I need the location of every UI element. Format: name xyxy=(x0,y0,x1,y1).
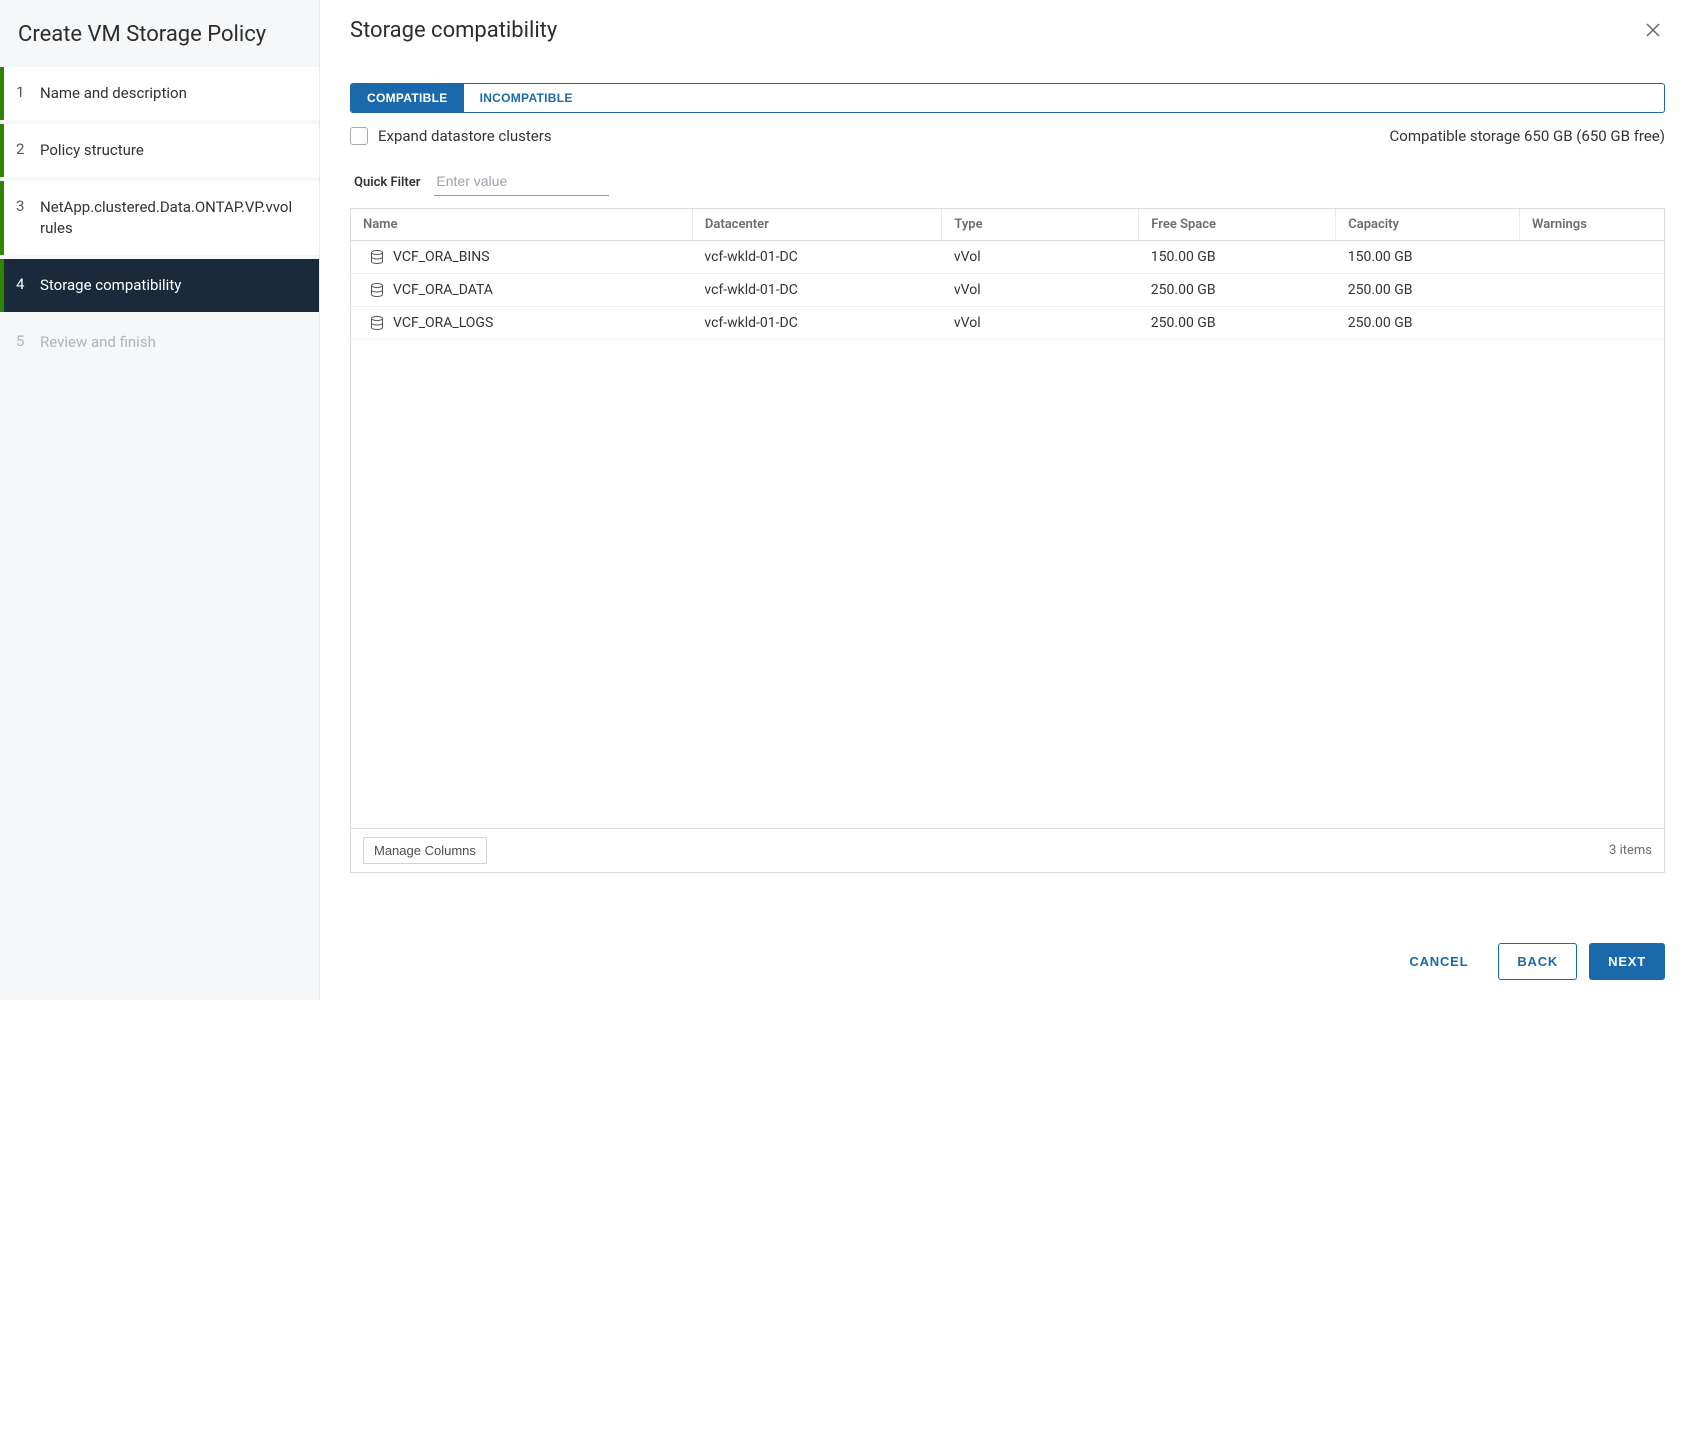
expand-row: Expand datastore clusters Compatible sto… xyxy=(350,127,1665,145)
sidebar-title: Create VM Storage Policy xyxy=(0,0,319,67)
wizard-step-policy-structure[interactable]: 2 Policy structure xyxy=(0,124,319,177)
cell-type: vVol xyxy=(942,307,1139,340)
table-header-row: Name Datacenter Type Free Space Capacity… xyxy=(351,209,1664,241)
step-label: Storage compatibility xyxy=(40,275,303,296)
page-title: Storage compatibility xyxy=(350,18,557,43)
datastore-name: VCF_ORA_DATA xyxy=(393,282,493,298)
table-footer: Manage Columns 3 items xyxy=(351,828,1664,872)
main-header: Storage compatibility xyxy=(350,18,1665,43)
step-number: 2 xyxy=(16,140,40,158)
quick-filter-row: Quick Filter xyxy=(350,169,1665,196)
wizard-step-name-description[interactable]: 1 Name and description xyxy=(0,67,319,120)
cell-capacity: 150.00 GB xyxy=(1336,241,1520,274)
expand-clusters-checkbox[interactable] xyxy=(350,127,368,145)
manage-columns-button[interactable]: Manage Columns xyxy=(363,837,487,864)
datastore-icon xyxy=(369,315,385,331)
compatible-storage-summary: Compatible storage 650 GB (650 GB free) xyxy=(1390,127,1665,145)
close-button[interactable] xyxy=(1641,18,1665,42)
col-header-name[interactable]: Name xyxy=(351,209,692,241)
step-number: 1 xyxy=(16,83,40,101)
cell-type: vVol xyxy=(942,274,1139,307)
step-number: 5 xyxy=(16,332,40,350)
items-count: 3 items xyxy=(1609,843,1652,858)
expand-clusters-checkbox-wrap: Expand datastore clusters xyxy=(350,127,552,145)
table-body: VCF_ORA_BINS vcf-wkld-01-DC vVol 150.00 … xyxy=(351,241,1664,340)
col-header-type[interactable]: Type xyxy=(942,209,1139,241)
table-row[interactable]: VCF_ORA_BINS vcf-wkld-01-DC vVol 150.00 … xyxy=(351,241,1664,274)
tab-incompatible[interactable]: INCOMPATIBLE xyxy=(464,84,589,112)
name-cell: VCF_ORA_BINS xyxy=(363,249,680,265)
step-label: Policy structure xyxy=(40,140,303,161)
name-cell: VCF_ORA_DATA xyxy=(363,282,680,298)
cell-free-space: 250.00 GB xyxy=(1139,274,1336,307)
step-label: Name and description xyxy=(40,83,303,104)
expand-clusters-label: Expand datastore clusters xyxy=(378,127,552,145)
step-label: Review and finish xyxy=(40,332,303,353)
tab-compatible[interactable]: COMPATIBLE xyxy=(351,84,464,112)
wizard-step-storage-compatibility[interactable]: 4 Storage compatibility xyxy=(0,259,319,312)
quick-filter-label: Quick Filter xyxy=(354,175,420,190)
cell-datacenter: vcf-wkld-01-DC xyxy=(692,241,941,274)
cancel-button[interactable]: CANCEL xyxy=(1391,943,1486,980)
col-header-capacity[interactable]: Capacity xyxy=(1336,209,1520,241)
step-number: 3 xyxy=(16,197,40,215)
datastore-icon xyxy=(369,282,385,298)
datastore-icon xyxy=(369,249,385,265)
compatibility-tabs: COMPATIBLE INCOMPATIBLE xyxy=(350,83,1665,113)
next-button[interactable]: NEXT xyxy=(1589,943,1665,980)
wizard-steps: 1 Name and description 2 Policy structur… xyxy=(0,67,319,369)
cell-type: vVol xyxy=(942,241,1139,274)
cell-free-space: 250.00 GB xyxy=(1139,307,1336,340)
wizard-actions: CANCEL BACK NEXT xyxy=(350,943,1665,980)
app-root: Create VM Storage Policy 1 Name and desc… xyxy=(0,0,1695,1000)
cell-free-space: 150.00 GB xyxy=(1139,241,1336,274)
cell-datacenter: vcf-wkld-01-DC xyxy=(692,307,941,340)
name-cell: VCF_ORA_LOGS xyxy=(363,315,680,331)
datastore-table-wrap: Name Datacenter Type Free Space Capacity… xyxy=(350,208,1665,873)
wizard-sidebar: Create VM Storage Policy 1 Name and desc… xyxy=(0,0,320,1000)
table-row[interactable]: VCF_ORA_DATA vcf-wkld-01-DC vVol 250.00 … xyxy=(351,274,1664,307)
close-icon xyxy=(1645,22,1661,38)
main-panel: Storage compatibility COMPATIBLE INCOMPA… xyxy=(320,0,1695,1000)
table-empty-space xyxy=(351,340,1664,828)
datastore-name: VCF_ORA_LOGS xyxy=(393,315,493,331)
cell-capacity: 250.00 GB xyxy=(1336,307,1520,340)
wizard-step-vvol-rules[interactable]: 3 NetApp.clustered.Data.ONTAP.VP.vvol ru… xyxy=(0,181,319,255)
step-number: 4 xyxy=(16,275,40,293)
back-button[interactable]: BACK xyxy=(1498,943,1577,980)
step-label: NetApp.clustered.Data.ONTAP.VP.vvol rule… xyxy=(40,197,303,239)
cell-warnings xyxy=(1520,274,1664,307)
datastore-table: Name Datacenter Type Free Space Capacity… xyxy=(351,209,1664,340)
cell-datacenter: vcf-wkld-01-DC xyxy=(692,274,941,307)
cell-warnings xyxy=(1520,241,1664,274)
wizard-step-review-finish: 5 Review and finish xyxy=(0,316,319,369)
cell-warnings xyxy=(1520,307,1664,340)
col-header-warnings[interactable]: Warnings xyxy=(1520,209,1664,241)
quick-filter-input[interactable] xyxy=(434,169,609,196)
datastore-name: VCF_ORA_BINS xyxy=(393,249,490,265)
col-header-datacenter[interactable]: Datacenter xyxy=(692,209,941,241)
table-row[interactable]: VCF_ORA_LOGS vcf-wkld-01-DC vVol 250.00 … xyxy=(351,307,1664,340)
col-header-free-space[interactable]: Free Space xyxy=(1139,209,1336,241)
cell-capacity: 250.00 GB xyxy=(1336,274,1520,307)
